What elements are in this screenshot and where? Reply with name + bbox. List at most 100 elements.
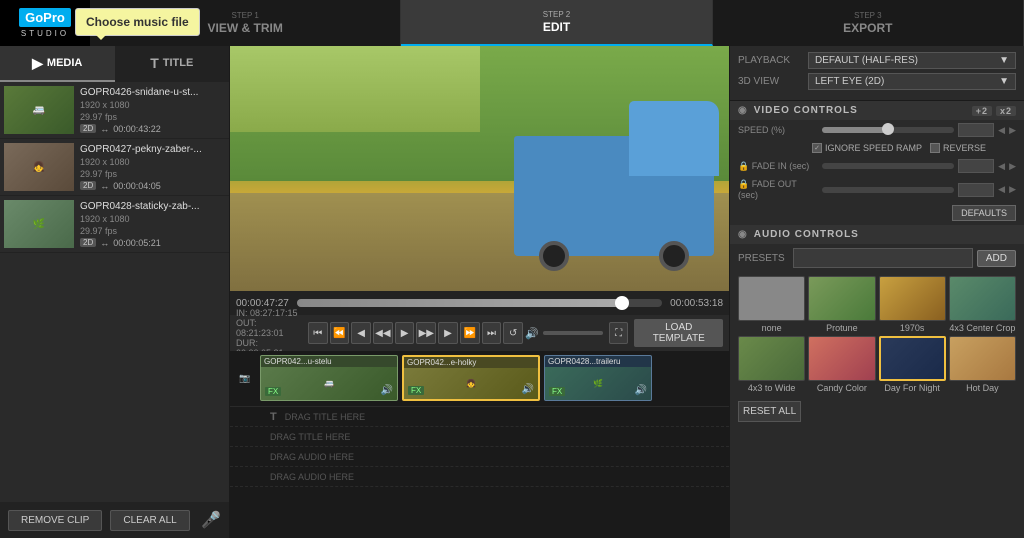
- media-meta-1: 1920 x 1080: [80, 100, 225, 110]
- speed-slider[interactable]: [822, 127, 954, 133]
- frame-back-button[interactable]: ◀: [351, 322, 371, 344]
- preset-4x3wide[interactable]: 4x3 to Wide: [738, 336, 805, 393]
- timeline-scrub[interactable]: [297, 299, 662, 307]
- playback-row: PLAYBACK DEFAULT (HALF-RES) ▼: [738, 52, 1016, 69]
- speed-fill: [822, 127, 888, 133]
- track-label-video: 📷: [230, 373, 260, 384]
- fade-out-row: 🔒 FADE OUT (sec) 0 ◀ ▶: [730, 176, 1024, 203]
- fast-forward-button[interactable]: ▶▶: [416, 322, 436, 344]
- studio-label: STUDIO: [21, 29, 69, 38]
- fade-in-input[interactable]: 0: [958, 159, 994, 173]
- fade-in-row: 🔒 FADE IN (sec) 0 ◀ ▶: [730, 156, 1024, 176]
- defaults-button[interactable]: DEFAULTS: [952, 205, 1016, 221]
- tab-media[interactable]: ▶ MEDIA: [0, 46, 115, 82]
- fade-out-less[interactable]: ◀: [998, 184, 1005, 195]
- playback-label: PLAYBACK: [738, 55, 808, 66]
- timeline-clip-3[interactable]: GOPR0428...traileru 🌿 FX 🔊: [544, 355, 652, 401]
- tab-title[interactable]: T TITLE: [115, 46, 230, 82]
- badge-2d-1: 2D: [80, 124, 96, 133]
- truck-cabin: [629, 101, 719, 176]
- ignore-speed-ramp-checkbox[interactable]: ✓: [812, 143, 822, 153]
- preset-thumb-4x3wide: [738, 336, 805, 381]
- reverse-label[interactable]: REVERSE: [930, 143, 986, 153]
- title-tab-icon: T: [150, 55, 159, 71]
- step-edit[interactable]: STEP 2 EDIT: [401, 0, 712, 46]
- rewind-button[interactable]: ◀◀: [373, 322, 393, 344]
- speed-thumb[interactable]: [882, 123, 894, 135]
- 3dview-dropdown[interactable]: LEFT EYE (2D) ▼: [808, 73, 1016, 90]
- reset-all-button[interactable]: RESET ALL: [738, 401, 801, 422]
- preset-label-none: none: [762, 323, 782, 333]
- frame-forward-button[interactable]: ▶: [438, 322, 458, 344]
- preset-4x3center[interactable]: 4x3 Center Crop: [949, 276, 1016, 333]
- speed-more[interactable]: ▶: [1009, 125, 1016, 136]
- preset-protune[interactable]: Protune: [808, 276, 875, 333]
- mic-icon[interactable]: 🎤: [201, 510, 221, 530]
- playback-dropdown[interactable]: DEFAULT (HALF-RES) ▼: [808, 52, 1016, 69]
- step-back-button[interactable]: ⏪: [330, 322, 350, 344]
- step-export[interactable]: STEP 3 EXPORT: [713, 0, 1024, 46]
- fade-in-less[interactable]: ◀: [998, 161, 1005, 172]
- preset-none[interactable]: none: [738, 276, 805, 333]
- clear-all-button[interactable]: CLEAR ALL: [110, 510, 189, 531]
- fullscreen-button[interactable]: ⛶: [609, 322, 629, 344]
- track-content-video: GOPR042...u-stelu 🚐 FX 🔊 GOPR042...e-hol…: [260, 351, 729, 406]
- badge-plus2[interactable]: +2: [972, 106, 992, 116]
- clip1-header: GOPR042...u-stelu: [261, 356, 397, 367]
- video-controls-label: VIDEO CONTROLS: [754, 105, 858, 116]
- reverse-checkbox[interactable]: [930, 143, 940, 153]
- list-item[interactable]: 🌿 GOPR0428-staticky-zab-... 1920 x 1080 …: [0, 196, 229, 253]
- expand-icon[interactable]: ◉: [738, 105, 748, 116]
- presets-input[interactable]: [793, 248, 973, 268]
- loop-button[interactable]: ↺: [503, 322, 523, 344]
- scene-sky: [230, 46, 480, 132]
- remove-clip-button[interactable]: REMOVE CLIP: [8, 510, 102, 531]
- media-info-3: GOPR0428-staticky-zab-... 1920 x 1080 29…: [80, 201, 225, 248]
- right-panel: PLAYBACK DEFAULT (HALF-RES) ▼ 3D VIEW LE…: [729, 46, 1024, 538]
- list-item[interactable]: 👧 GOPR0427-pekny-zaber-... 1920 x 1080 2…: [0, 139, 229, 196]
- preset-label-candy: Candy Color: [817, 383, 867, 393]
- speed-input[interactable]: 100: [958, 123, 994, 137]
- skip-to-end-button[interactable]: ⏭: [482, 322, 502, 344]
- preset-hotday[interactable]: Hot Day: [949, 336, 1016, 393]
- scrub-handle[interactable]: [615, 296, 629, 310]
- timeline-clip-2[interactable]: GOPR042...e-holky 👧 FX 🔊: [402, 355, 540, 401]
- preset-label-protune: Protune: [826, 323, 858, 333]
- timeline-clip-1[interactable]: GOPR042...u-stelu 🚐 FX 🔊: [260, 355, 398, 401]
- media-meta-3: 1920 x 1080: [80, 214, 225, 224]
- ignore-speed-ramp-label[interactable]: ✓ IGNORE SPEED RAMP: [812, 143, 922, 153]
- preset-candy[interactable]: Candy Color: [808, 336, 875, 393]
- presets-bar: PRESETS ADD: [730, 244, 1024, 272]
- fade-out-slider[interactable]: [822, 187, 954, 193]
- volume-slider[interactable]: [543, 331, 603, 335]
- play-button[interactable]: ▶: [395, 322, 415, 344]
- tooltip-balloon: Choose music file: [75, 8, 200, 36]
- main-content: ▶ MEDIA T TITLE 🚐 GOPR0426-snidane-u-st.…: [0, 46, 1024, 538]
- fade-out-more[interactable]: ▶: [1009, 184, 1016, 195]
- ignore-speed-ramp-text: IGNORE SPEED RAMP: [825, 143, 922, 153]
- media-badge-2: 2D ↔ 00:00:04:05: [80, 181, 225, 191]
- list-item[interactable]: 🚐 GOPR0426-snidane-u-st... 1920 x 1080 2…: [0, 82, 229, 139]
- skip-to-start-button[interactable]: ⏮: [308, 322, 328, 344]
- badge-x2[interactable]: x2: [996, 106, 1016, 116]
- fade-in-more[interactable]: ▶: [1009, 161, 1016, 172]
- presets-label: PRESETS: [738, 253, 785, 264]
- video-preview: [230, 46, 729, 291]
- preset-dayfornight[interactable]: Day For Night: [879, 336, 946, 393]
- drag-audio-1: DRAG AUDIO HERE: [230, 447, 729, 467]
- add-preset-button[interactable]: ADD: [977, 250, 1016, 267]
- fade-in-slider[interactable]: [822, 163, 954, 169]
- timecode-start: 00:00:47:27: [236, 298, 289, 309]
- fade-out-input[interactable]: 0: [958, 183, 994, 197]
- load-template-button[interactable]: LOAD TEMPLATE: [634, 319, 723, 347]
- 3dview-chevron-icon: ▼: [999, 76, 1009, 87]
- speed-row: SPEED (%) 100 ◀ ▶: [730, 120, 1024, 140]
- media-name-1: GOPR0426-snidane-u-st...: [80, 87, 210, 98]
- volume-area: 🔊: [525, 327, 603, 340]
- preset-1970s[interactable]: 1970s: [879, 276, 946, 333]
- media-fps-3: 29.97 fps: [80, 226, 225, 236]
- audio-expand-icon[interactable]: ◉: [738, 229, 748, 240]
- step-forward-button[interactable]: ⏩: [460, 322, 480, 344]
- speed-less[interactable]: ◀: [998, 125, 1005, 136]
- media-info-1: GOPR0426-snidane-u-st... 1920 x 1080 29.…: [80, 87, 225, 134]
